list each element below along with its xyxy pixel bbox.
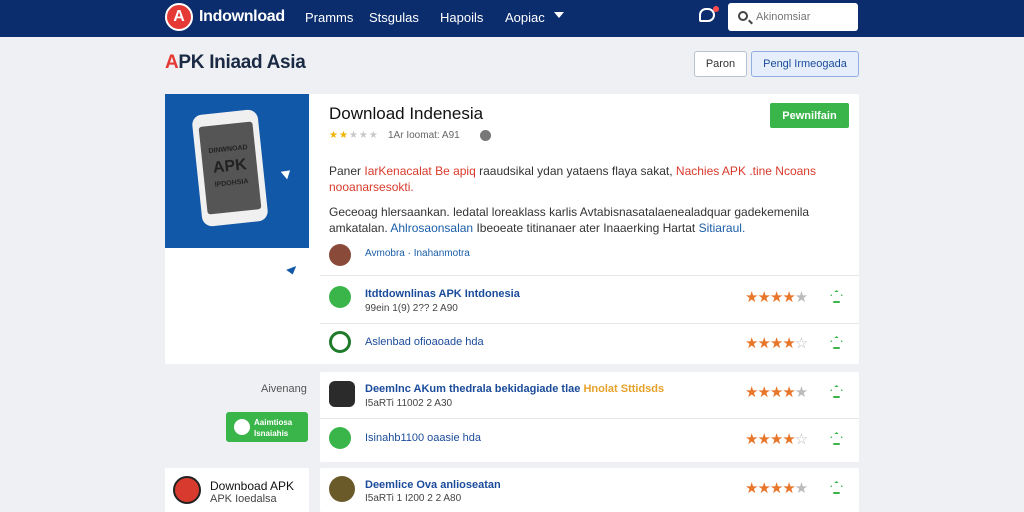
list-item-rating: ★★★★☆: [745, 335, 808, 352]
top-nav-bar: Indownload Pramms Stsgulas Hapoils Aopia…: [0, 0, 1024, 37]
share-icon[interactable]: [480, 130, 491, 141]
list-item-icon: [329, 381, 355, 407]
list-item-rating: ★★★★★: [745, 289, 808, 306]
app-hero-image: DINWNOAD APK IPDOHSIA: [165, 94, 309, 248]
nav-item-2[interactable]: Stsgulas: [369, 10, 419, 25]
list-item-icon: [329, 331, 351, 353]
divider: [320, 275, 859, 276]
phone-illustration: DINWNOAD APK IPDOHSIA: [191, 108, 269, 228]
list-item-rating: ★★★★★: [745, 480, 808, 497]
list-item-title[interactable]: Deemlice Ova anlioseatan: [365, 479, 501, 491]
sidebar-label: Aivenang: [261, 383, 307, 395]
list-item-sub: 99ein 1(9) 2?? 2 A90: [365, 303, 458, 314]
app-description-2: Geceoag hlersaankan. ledatal loreaklass …: [329, 205, 810, 235]
list-item-sub: I5aRTi 11002 2 A30: [365, 398, 453, 409]
download-button[interactable]: Pewnilfain: [770, 103, 849, 128]
divider: [320, 323, 859, 324]
chevron-down-icon[interactable]: [554, 12, 564, 18]
app-title: Download Indenesia: [329, 104, 484, 123]
page-title: APK Iniaad Asia: [165, 52, 306, 73]
list-item-icon: [329, 286, 351, 308]
list-item-title[interactable]: Aslenbad ofioaoade hda: [365, 336, 484, 348]
app-meta: 1Ar Ioomat: A91: [388, 130, 460, 141]
brand-name[interactable]: Indownload: [199, 8, 285, 26]
list-item-rating: ★★★★★: [745, 384, 808, 401]
nav-item-4[interactable]: Aopiac: [505, 10, 545, 25]
search-box: [728, 3, 858, 31]
bottom-card-title: Downboad APK: [210, 479, 295, 493]
app-rating-stars: ★★★★★: [329, 130, 379, 141]
list-item-sub: I5aRTi 1 I200 2 2 A80: [365, 493, 462, 504]
app-description-1: Paner IarKenacalat Be apiq raaudsikal yd…: [329, 164, 816, 194]
author-name[interactable]: Avmobra · Inahanmotra: [365, 248, 470, 259]
pengl-button[interactable]: Pengl Irmeogada: [751, 51, 859, 77]
bottom-card-sub: APK Ioedalsa: [210, 493, 277, 505]
nav-item-1[interactable]: Pramms: [305, 10, 353, 25]
list-item-rating: ★★★★☆: [745, 431, 808, 448]
avatar: [329, 244, 351, 266]
list-item-icon: [329, 427, 351, 449]
list-item-title[interactable]: Deemlnc AKum thedrala bekidagiade tlae H…: [365, 383, 664, 395]
search-icon[interactable]: [738, 11, 748, 21]
app-icon: [173, 476, 201, 504]
notification-dot: [713, 6, 719, 12]
divider: [320, 418, 859, 419]
bottom-app-card[interactable]: Downboad APK APK Ioedalsa: [165, 468, 309, 512]
list-item-title[interactable]: Itdtdownlinas APK Intdonesia: [365, 288, 520, 300]
paron-button[interactable]: Paron: [694, 51, 747, 77]
nav-item-3[interactable]: Hapoils: [440, 10, 483, 25]
promo-icon: [234, 419, 250, 435]
list-item-icon: [329, 476, 355, 502]
cursor-icon: [280, 166, 294, 180]
brand-logo-icon[interactable]: [165, 3, 193, 31]
promo-card[interactable]: Aaimtiosa Isnaiahis: [226, 412, 308, 442]
list-item-title[interactable]: Isinahb1100 oaasie hda: [365, 432, 481, 444]
search-input[interactable]: [756, 9, 852, 25]
